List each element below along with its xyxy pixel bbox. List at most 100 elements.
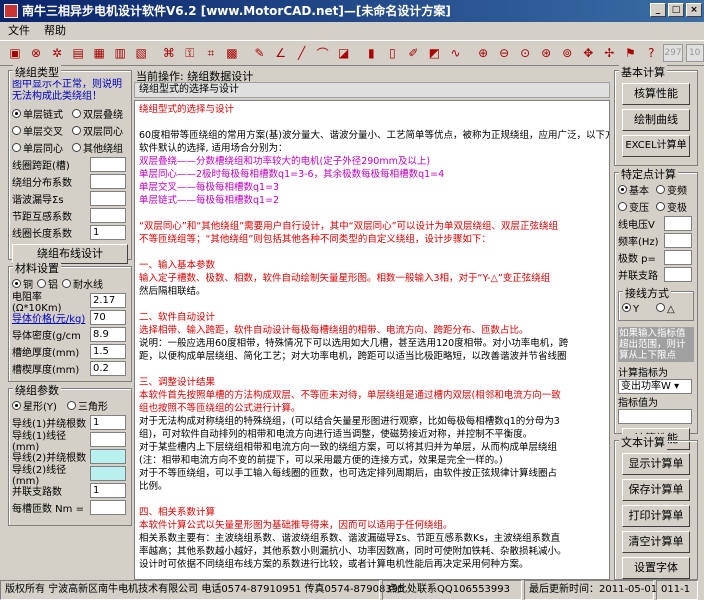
density-field[interactable]: 8.9 [90,327,126,342]
status-updated: 最后更新时间：2011-05-01 [524,580,657,600]
open-icon[interactable]: ▦ [90,43,108,63]
option-vfd[interactable]: 变频 [656,182,687,197]
stop-icon[interactable]: ⊗ [27,43,45,63]
conductor-price-label[interactable]: 导体价格(元/kg) [12,310,90,325]
coil-pitch-field[interactable] [90,157,126,172]
option-single-concentric[interactable]: 单层同心 [12,140,72,155]
menu-help[interactable]: 帮助 [44,22,66,40]
settings-icon[interactable]: ✲ [48,43,66,63]
option-voltage[interactable]: 变压 [618,199,656,214]
plot-icon[interactable]: ◩ [425,43,443,63]
book-icon[interactable]: ▮ [362,43,380,63]
harmonic-leakage-label: 谐波漏导Σs [12,195,64,206]
wire1-strands-field[interactable]: 1 [90,415,126,430]
material-group: 材料设置 铜铝耐水线 电阻率(Ω*10Km) 2.17 导体价格(元/kg) 70 … [8,260,132,382]
resistivity-field[interactable]: 2.17 [90,293,126,308]
curve-icon[interactable]: ⌒ [314,43,332,63]
poles-field[interactable] [664,250,692,265]
turns-per-slot-field[interactable] [90,500,126,515]
option-delta[interactable]: 三角形 [66,398,108,413]
zoom-fit-icon[interactable]: ⊛ [537,43,555,63]
doc-h2-text3: 距，以便构成单层绕组、简化工艺；对大功率电机，跨距可以适当比极距略短，以改善谐波… [139,351,567,362]
show-sheet-button[interactable]: 显示计算单 [622,453,690,475]
doc-item-2: 单层同心——2极时每极每相槽数q1=3-6，其余极数每极每相槽数q1=4 [139,169,445,180]
target-value-field[interactable] [618,409,692,424]
target-select[interactable]: 变出功率W ▾ [618,379,692,394]
new-icon[interactable]: ▣ [6,43,24,63]
print-sheet-button[interactable]: 打印计算单 [622,505,690,527]
clear-sheet-button[interactable]: 清空计算单 [622,531,690,553]
doc-h3: 三、调整设计结果 [139,377,216,388]
distribution-factor-field[interactable] [90,174,126,189]
menu-file[interactable]: 文件 [8,22,30,40]
pencil-icon[interactable]: ✐ [404,43,422,63]
zoom-window-icon[interactable]: ⊚ [558,43,576,63]
frequency-field[interactable] [664,233,692,248]
harmonic-leakage-field[interactable] [90,191,126,206]
option-star[interactable]: 星形(Y) [12,398,57,413]
wave-icon[interactable]: ∿ [446,43,464,63]
close-button[interactable]: × [686,3,702,17]
wire1-diameter-field[interactable] [90,432,126,447]
draw-curve-button[interactable]: 绘制曲线 [622,109,690,131]
wire2-diameter-field[interactable] [90,466,126,481]
doc-tab[interactable]: 绕组型式的选择与设计 [134,82,610,98]
save-sheet-button[interactable]: 保存计算单 [622,479,690,501]
option-y[interactable]: Y [622,302,656,315]
winding-icon[interactable]: ⌘ [160,43,178,63]
option-d[interactable]: △ [656,302,675,315]
table-icon[interactable]: ▩ [223,43,241,63]
winding-params-caption: 绕组参数 [13,382,61,398]
data-icon[interactable]: ▯ [383,43,401,63]
option-single-chain[interactable]: 单层链式 [12,106,72,121]
parallel-field[interactable] [664,267,692,282]
font-settings-button[interactable]: 设置字体 [622,557,690,579]
parallel-branches-label: 并联支路数 [12,487,62,498]
wire2-strands-field[interactable] [90,449,126,464]
line-voltage-field[interactable] [664,216,692,231]
zoom-icon[interactable]: ⊙ [516,43,534,63]
parallel-branches-field[interactable]: 1 [90,483,126,498]
option-double-lap[interactable]: 双层叠绕 [72,106,123,121]
graph-icon[interactable]: ◪ [335,43,353,63]
chart-icon[interactable]: ⌗ [202,43,220,63]
option-pole[interactable]: 变极 [656,199,687,214]
minimize-button[interactable]: _ [650,3,666,17]
zoom-in-icon[interactable]: ⊕ [474,43,492,63]
save-icon[interactable]: ▥ [111,43,129,63]
doc-h4-text2: 相关系数主要有：主波绕组系数、谐波绕组系数、谐波漏磁导Σs、节距互感系数Ks，主… [139,533,561,544]
wedge-thickness-field[interactable]: 0.2 [90,361,126,376]
line-icon[interactable]: ╱ [293,43,311,63]
pitch-mutual-field[interactable] [90,208,126,223]
option-other-winding[interactable]: 其他绕组 [72,140,123,155]
move-icon[interactable]: ✥ [579,43,597,63]
status-qq-link[interactable]: 点此处联系QQ106553993 [382,580,522,600]
doc-h3-text5: 对于某些槽内上下层绕组相带和电流方向一致的绕组方案，可以将其归并为单层，从而构成… [139,442,558,453]
doc-h3-text7: 对于不等匝绕组，可以手工输入每线圈的匝数，也可选定排列周期后，由软件按正弦规律计… [139,468,558,479]
angle-icon[interactable]: ∠ [272,43,290,63]
conductor-price-field[interactable]: 70 [90,310,126,325]
check-performance-button[interactable]: 核算性能 [622,83,690,105]
document-text: 绕组型式的选择与设计 60度相带等匝绕组的常用方案(基)波分量大、谐波分量小、工… [134,100,610,580]
option-basic[interactable]: 基本 [618,182,656,197]
slot-insulation-field[interactable]: 1.5 [90,344,126,359]
print-icon[interactable]: ▧ [132,43,150,63]
zoom-out-icon[interactable]: ⊖ [495,43,513,63]
coil-icon[interactable]: ⚿ [181,43,199,63]
option-single-cross[interactable]: 单层交叉 [12,123,72,138]
doc-h3-text2: 组也按照不等匝绕组的公式进行计算。 [139,403,301,414]
status-copyright: 版权所有 宁波高新区南牛电机技术有限公司 电话0574-87910951 传真0… [0,580,404,600]
pan-icon[interactable]: ✢ [600,43,618,63]
maximize-button[interactable]: □ [668,3,684,17]
doc-h4-text4: 设计时可依据不同绕组布线方案的系数进行比较，或者计算电机性能后再决定采用何种方案… [139,559,529,570]
option-double-concentric[interactable]: 双层同心 [72,123,123,138]
flag-icon[interactable]: ⚑ [621,43,639,63]
right-panel: 基本计算 核算性能 绘制曲线 EXCEL计算单 特定点计算 基本 变频 变压 变极 … [614,64,698,586]
doc-h2: 二、软件自动设计 [139,312,216,323]
pen-icon[interactable]: ✎ [251,43,269,63]
design-icon[interactable]: ▤ [69,43,87,63]
help-icon[interactable]: ? [642,43,660,63]
winding-params-group: 绕组参数 星形(Y) 三角形 导线(1)并绕根数 1 导线(1)线径(mm) 导线(… [8,382,132,526]
excel-sheet-button[interactable]: EXCEL计算单 [622,135,690,157]
coil-length-field[interactable]: 1 [90,225,126,240]
